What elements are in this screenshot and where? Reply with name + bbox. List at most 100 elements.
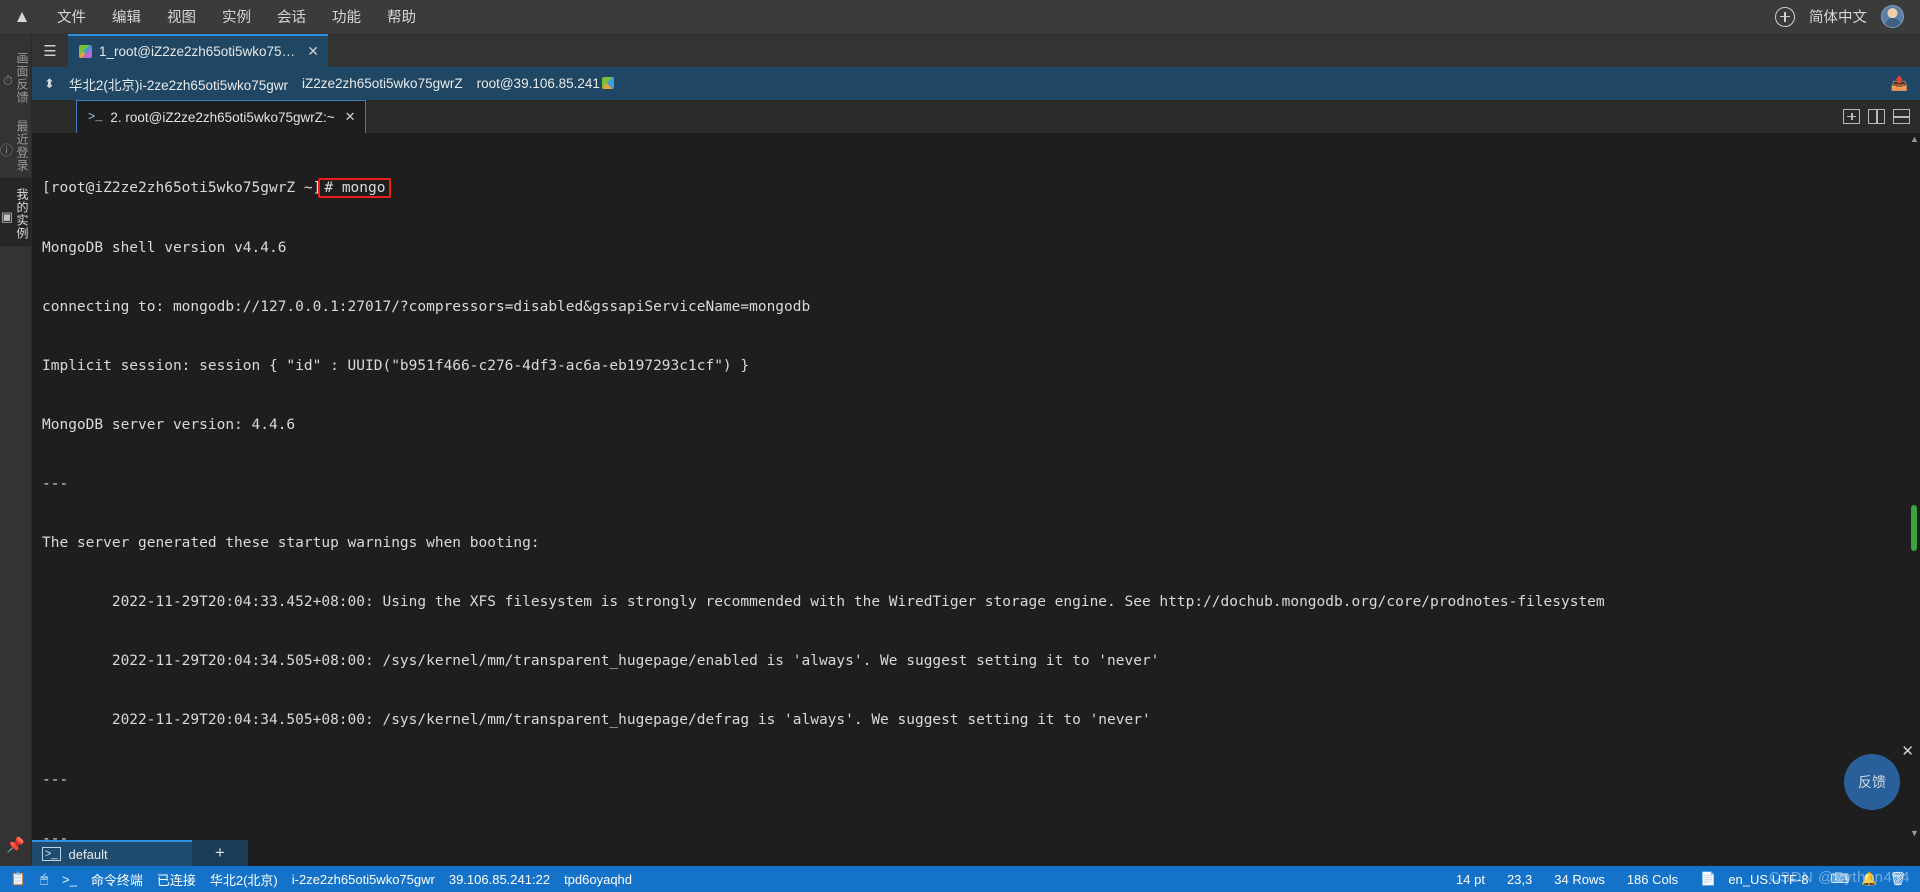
session-tab-label: 2. root@iZ2ze2zh65oti5wko75gwrZ:~: [110, 109, 335, 125]
split-horizontal-icon[interactable]: [1893, 109, 1910, 124]
encoding-icon: 📄: [1700, 871, 1717, 886]
terminal-line: connecting to: mongodb://127.0.0.1:27017…: [42, 298, 811, 315]
terminal-prompt: [root@iZ2ze2zh65oti5wko75gwrZ ~]: [42, 180, 322, 197]
body-row: 画面反馈 ⏱ 最近登录 ⓘ 我的实例 ▣ 📌 ☰ 1_root@iZ2ze2zh…: [0, 34, 1920, 866]
language-selector[interactable]: 简体中文: [1809, 6, 1867, 27]
left-rail: 画面反馈 ⏱ 最近登录 ⓘ 我的实例 ▣ 📌: [0, 34, 32, 866]
breadcrumb: ⬍ 华北2(北京)i-2ze2zh65oti5wko75gwr iZ2ze2zh…: [32, 67, 1920, 100]
puzzle-icon: [601, 77, 614, 89]
clock-icon: ⏱: [2, 73, 14, 88]
status-right: 14 pt 23,3 34 Rows 186 Cols 📄 en_US.UTF-…: [1456, 871, 1910, 887]
menu-bar: ▲ 文件 编辑 视图 实例 会话 功能 帮助 简体中文: [0, 0, 1920, 34]
breadcrumb-instance[interactable]: iZ2ze2zh65oti5wko75gwrZ: [302, 76, 463, 91]
rail-item-recent[interactable]: 最近登录 ⓘ: [0, 110, 31, 178]
terminal-line: Implicit session: session { "id" : UUID(…: [42, 357, 750, 374]
rail-item-label: 画面反馈: [15, 52, 29, 104]
tab-label: 1_root@iZ2ze2zh65oti5wko75gw...: [99, 44, 297, 59]
status-session-id: tpd6oyaqhd: [564, 871, 633, 887]
add-tab-button[interactable]: +: [192, 840, 248, 866]
status-connection: 已连接: [156, 872, 196, 888]
breadcrumb-region[interactable]: 华北2(北京)i-2ze2zh65oti5wko75gwr: [69, 74, 288, 94]
terminal-line: 2022-11-29T20:04:33.452+08:00: Using the…: [42, 594, 1605, 611]
menu-bar-right: 简体中文: [1775, 5, 1920, 28]
scroll-down-icon[interactable]: ▼: [1910, 829, 1919, 838]
history-icon: ⓘ: [0, 142, 14, 158]
status-right-icons: ⌨ 🔔 🗑: [1831, 871, 1906, 887]
books-icon: ▣: [0, 209, 14, 224]
bottom-tab-label: default: [68, 846, 108, 862]
bottom-tab-default[interactable]: >_ default: [32, 840, 192, 866]
bell-icon[interactable]: 🔔: [1861, 871, 1877, 887]
breadcrumb-user-host[interactable]: root@39.106.85.241: [477, 76, 614, 91]
terminal-prompt-icon: >_: [88, 110, 103, 124]
session-tab-2[interactable]: >_ 2. root@iZ2ze2zh65oti5wko75gwrZ:~ ✕: [76, 100, 366, 133]
menu-item-edit[interactable]: 编辑: [99, 0, 154, 33]
status-cols: 186 Cols: [1626, 871, 1679, 887]
terminal-line: 2022-11-29T20:04:34.505+08:00: /sys/kern…: [42, 653, 1160, 670]
puzzle-icon: [79, 45, 92, 58]
penguin-logo-icon: ▲: [13, 7, 31, 26]
terminal-line: MongoDB server version: 4.4.6: [42, 416, 296, 433]
circle-plus-icon[interactable]: [1775, 6, 1795, 27]
status-rows: 34 Rows: [1554, 871, 1605, 887]
rail-item-feedback[interactable]: 画面反馈 ⏱: [0, 42, 31, 110]
menu-item-function[interactable]: 功能: [319, 0, 374, 33]
status-font-size[interactable]: 14 pt: [1456, 872, 1485, 887]
export-icon[interactable]: 📤: [1891, 75, 1908, 92]
main-panel: ☰ 1_root@iZ2ze2zh65oti5wko75gw... ✕ ⬍ 华北…: [32, 34, 1920, 866]
highlighted-command: # mongo: [318, 178, 392, 199]
status-cursor-position: 23,3: [1506, 871, 1533, 887]
status-type-label: 命令终端: [90, 872, 143, 888]
breadcrumb-user-host-text: root@39.106.85.241: [476, 76, 600, 91]
feedback-button[interactable]: 反馈: [1844, 754, 1900, 810]
avatar[interactable]: [1881, 5, 1904, 28]
menu-item-view[interactable]: 视图: [154, 0, 209, 33]
feedback-label: 反馈: [1858, 774, 1886, 790]
status-encoding-group: 📄 en_US.UTF-8: [1700, 871, 1808, 887]
status-encoding[interactable]: en_US.UTF-8: [1728, 872, 1808, 887]
keyboard-icon[interactable]: ⌨: [1831, 871, 1850, 887]
close-icon[interactable]: ✕: [307, 43, 319, 60]
rail-item-my-instances[interactable]: 我的实例 ▣: [0, 178, 31, 246]
expand-icon[interactable]: ⬍: [44, 76, 55, 92]
status-bar: 📋 🖱 >_ 命令终端 已连接 华北2(北京) i-2ze2zh65oti5wk…: [0, 866, 1920, 892]
terminal-line: 2022-11-29T20:04:34.505+08:00: /sys/kern…: [42, 712, 1151, 729]
menu-item-instance[interactable]: 实例: [209, 0, 264, 33]
session-tab-bar: >_ 2. root@iZ2ze2zh65oti5wko75gwrZ:~ ✕: [32, 100, 1920, 133]
status-region: 华北2(北京): [209, 872, 278, 888]
terminal-line: ---: [42, 830, 69, 840]
close-icon[interactable]: ✕: [345, 109, 356, 125]
terminal-command-line: [root@iZ2ze2zh65oti5wko75gwrZ ~] # mongo: [42, 178, 1908, 199]
menu-item-file[interactable]: 文件: [44, 0, 99, 33]
terminal-wrap: [root@iZ2ze2zh65oti5wko75gwrZ ~] # mongo …: [32, 133, 1920, 840]
terminal-prompt-icon: >_: [62, 871, 77, 887]
terminal-line: ---: [42, 475, 69, 492]
rail-item-label: 最近登录: [15, 120, 29, 172]
pin-icon[interactable]: 📌: [6, 836, 25, 866]
bottom-tab-filler: [248, 840, 1920, 866]
terminal-scrollbar[interactable]: ▲ ▼: [1908, 133, 1920, 840]
split-vertical-icon[interactable]: [1868, 109, 1885, 124]
menu-items: 文件 编辑 视图 实例 会话 功能 帮助: [44, 0, 429, 33]
menu-item-help[interactable]: 帮助: [374, 0, 429, 33]
copy-icon[interactable]: 📋: [10, 871, 26, 887]
hamburger-icon[interactable]: ☰: [32, 34, 68, 67]
feedback-close-icon[interactable]: ✕: [1901, 742, 1914, 760]
mouse-icon[interactable]: 🖱: [40, 871, 48, 887]
bottom-tab-bar: >_ default +: [32, 840, 1920, 866]
terminal-line: MongoDB shell version v4.4.6: [42, 239, 287, 256]
terminal-line: The server generated these startup warni…: [42, 535, 540, 552]
rail-item-label: 我的实例: [15, 188, 29, 240]
trash-icon[interactable]: 🗑: [1889, 871, 1906, 887]
status-left: 📋 🖱 >_ 命令终端 已连接 华北2(北京) i-2ze2zh65oti5wk…: [10, 870, 632, 889]
terminal-output[interactable]: [root@iZ2ze2zh65oti5wko75gwrZ ~] # mongo …: [32, 133, 1908, 840]
status-address: 39.106.85.241:22: [448, 871, 551, 887]
menu-item-session[interactable]: 会话: [264, 0, 319, 33]
scroll-up-icon[interactable]: ▲: [1910, 135, 1919, 144]
new-tab-icon[interactable]: [1843, 109, 1860, 124]
scrollbar-thumb[interactable]: [1911, 505, 1917, 551]
tab-session-1[interactable]: 1_root@iZ2ze2zh65oti5wko75gw... ✕: [68, 34, 328, 67]
app-logo: ▲: [0, 8, 44, 25]
status-instance: i-2ze2zh65oti5wko75gwr: [291, 871, 435, 887]
session-tab-actions: [1843, 100, 1920, 133]
